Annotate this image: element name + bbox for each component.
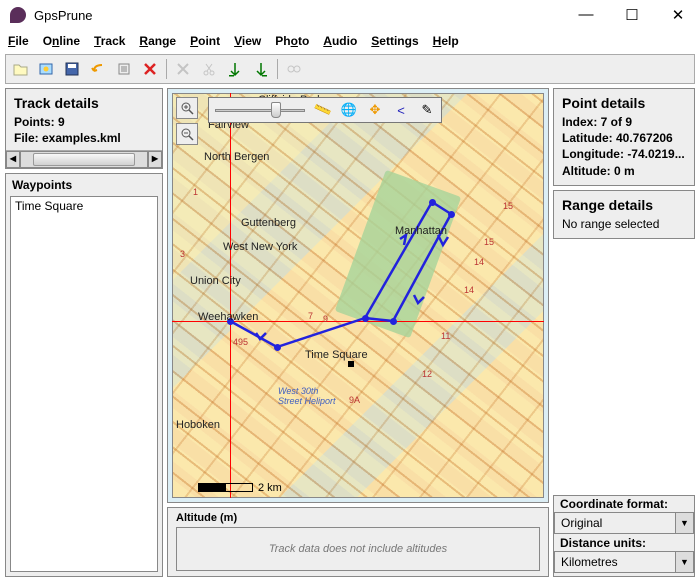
track-details-panel: Track details Points: 9 File: examples.k… bbox=[5, 88, 163, 169]
undo-button[interactable] bbox=[88, 59, 108, 79]
coord-format-value: Original bbox=[555, 513, 675, 533]
menu-audio[interactable]: Audio bbox=[323, 34, 357, 48]
titlebar: GpsPrune — ☐ ✕ bbox=[0, 0, 700, 30]
select-end-button[interactable] bbox=[251, 59, 271, 79]
map-label: Weehawken bbox=[198, 311, 258, 323]
select-start-button[interactable] bbox=[225, 59, 245, 79]
scroll-track[interactable] bbox=[20, 151, 148, 168]
menu-range[interactable]: Range bbox=[139, 34, 176, 48]
menubar: File Online Track Range Point View Photo… bbox=[0, 30, 700, 52]
track-details-title: Track details bbox=[14, 95, 154, 111]
point-lat: Latitude: 40.767206 bbox=[562, 130, 686, 146]
opacity-slider[interactable] bbox=[215, 103, 305, 117]
range-message: No range selected bbox=[562, 216, 686, 232]
menu-file[interactable]: File bbox=[8, 34, 29, 48]
scalebar-toggle-icon[interactable]: 📏 bbox=[313, 100, 334, 121]
compress-button[interactable] bbox=[114, 59, 134, 79]
map-label: North Bergen bbox=[204, 151, 269, 163]
point-alt: Altitude: 0 m bbox=[562, 163, 686, 179]
menu-track[interactable]: Track bbox=[94, 34, 125, 48]
scale-label: 2 km bbox=[258, 482, 282, 494]
menu-settings[interactable]: Settings bbox=[371, 34, 418, 48]
map-waypoint-label: Time Square bbox=[305, 349, 368, 361]
point-lon: Longitude: -74.0219... bbox=[562, 146, 686, 162]
range-details-title: Range details bbox=[562, 197, 686, 213]
zoom-out-button[interactable] bbox=[176, 123, 198, 145]
minimize-button[interactable]: — bbox=[574, 6, 598, 24]
coord-format-label: Coordinate format: bbox=[554, 496, 694, 512]
app-title: GpsPrune bbox=[34, 8, 93, 23]
waypoints-title: Waypoints bbox=[6, 174, 162, 196]
waypoint-item[interactable]: Time Square bbox=[15, 199, 153, 213]
chevron-down-icon[interactable]: ▼ bbox=[675, 552, 693, 572]
app-icon bbox=[10, 7, 26, 23]
save-button[interactable] bbox=[62, 59, 82, 79]
point-index: Index: 7 of 9 bbox=[562, 114, 686, 130]
range-details-panel: Range details No range selected bbox=[553, 190, 695, 239]
altitude-empty-message: Track data does not include altitudes bbox=[176, 527, 540, 571]
delete-range-button bbox=[173, 59, 193, 79]
scroll-right-button[interactable]: ▶ bbox=[148, 151, 162, 168]
map-label: West 30thStreet Heliport bbox=[278, 387, 336, 407]
scale-bar: 2 km bbox=[198, 478, 282, 492]
distance-units-label: Distance units: bbox=[554, 535, 694, 551]
format-panel: Coordinate format: Original ▼ Distance u… bbox=[553, 495, 695, 577]
scroll-thumb[interactable] bbox=[33, 153, 135, 166]
map-label: West New York bbox=[223, 241, 297, 253]
altitude-panel: Altitude (m) Track data does not include… bbox=[167, 507, 549, 577]
add-photo-button[interactable] bbox=[36, 59, 56, 79]
track-points: Points: 9 bbox=[14, 114, 154, 130]
menu-online[interactable]: Online bbox=[43, 34, 80, 48]
menu-help[interactable]: Help bbox=[433, 34, 459, 48]
toolbar bbox=[5, 54, 695, 84]
zoom-in-button[interactable] bbox=[176, 97, 198, 119]
menu-view[interactable]: View bbox=[234, 34, 261, 48]
map-label: Manhattan bbox=[395, 225, 447, 237]
distance-units-dropdown[interactable]: Kilometres ▼ bbox=[554, 551, 694, 573]
waypoint-marker[interactable] bbox=[348, 361, 354, 367]
coord-format-dropdown[interactable]: Original ▼ bbox=[554, 512, 694, 534]
track-file: File: examples.kml bbox=[14, 130, 154, 146]
map-layer-button[interactable]: 🌐 bbox=[341, 102, 357, 118]
connect-points-icon[interactable]: < bbox=[393, 102, 409, 118]
maximize-button[interactable]: ☐ bbox=[620, 6, 644, 24]
point-details-title: Point details bbox=[562, 95, 686, 111]
altitude-title: Altitude (m) bbox=[176, 512, 540, 524]
map-label: Union City bbox=[190, 275, 241, 287]
map-toolbar: 📏 🌐 ✥ < ✎ bbox=[208, 97, 442, 123]
map-canvas[interactable]: Cliffside Park Fairview North Bergen Gut… bbox=[167, 88, 549, 503]
waypoints-panel: Waypoints Time Square bbox=[5, 173, 163, 577]
connect-button bbox=[284, 59, 304, 79]
map-label: Hoboken bbox=[176, 419, 220, 431]
point-details-panel: Point details Index: 7 of 9 Latitude: 40… bbox=[553, 88, 695, 186]
scroll-left-button[interactable]: ◀ bbox=[6, 151, 20, 168]
distance-units-value: Kilometres bbox=[555, 552, 675, 572]
close-button[interactable]: ✕ bbox=[666, 6, 690, 24]
menu-photo[interactable]: Photo bbox=[275, 34, 309, 48]
delete-point-button[interactable] bbox=[140, 59, 160, 79]
edit-mode-icon[interactable]: ✎ bbox=[419, 102, 435, 118]
autopan-icon[interactable]: ✥ bbox=[367, 102, 383, 118]
open-file-button[interactable] bbox=[10, 59, 30, 79]
menu-point[interactable]: Point bbox=[190, 34, 220, 48]
chevron-down-icon[interactable]: ▼ bbox=[675, 513, 693, 533]
cut-button bbox=[199, 59, 219, 79]
map-label: Guttenberg bbox=[241, 217, 296, 229]
waypoints-list[interactable]: Time Square bbox=[10, 196, 158, 572]
